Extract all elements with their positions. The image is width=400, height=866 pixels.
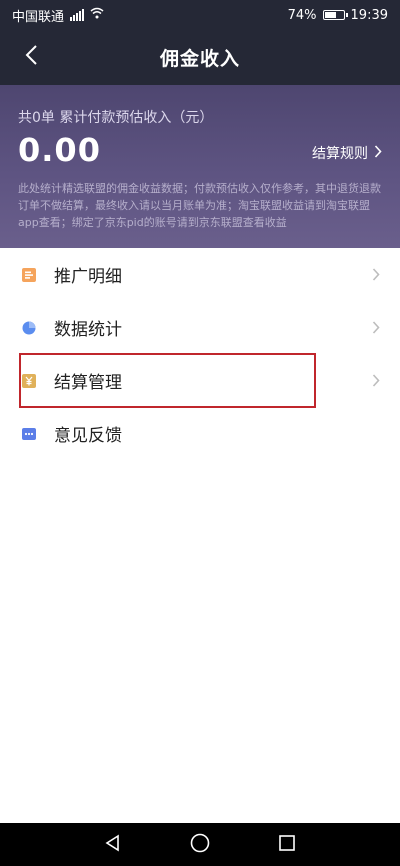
page-title: 佣金收入 (159, 48, 240, 70)
chevron-right-icon (370, 373, 382, 389)
clock: 19:39 (350, 7, 388, 23)
menu-item-label: 数据统计 (54, 320, 122, 340)
feedback-icon (22, 427, 36, 441)
menu-item-data-statistics[interactable]: 数据统计 (0, 301, 400, 354)
menu-item-label: 推广明细 (54, 267, 122, 287)
status-bar: 中国联通 74% 19:39 (0, 0, 400, 30)
income-summary: 共0单 累计付款预估收入（元） 0.00 结算规则 此处统计精选联盟的佣金收益数… (0, 85, 400, 248)
order-count-label: 共0单 累计付款预估收入（元） (18, 110, 214, 126)
settlement-rules-link[interactable]: 结算规则 (312, 143, 382, 163)
recents-nav-button[interactable] (274, 832, 300, 858)
back-button[interactable] (20, 44, 42, 70)
system-navigation-bar (0, 823, 400, 866)
signal-icon (70, 9, 85, 21)
menu-item-label: 意见反馈 (54, 426, 122, 446)
circle-home-icon (189, 832, 211, 858)
battery-percent: 74% (287, 7, 317, 23)
income-note: 此处统计精选联盟的佣金收益数据；付款预估收入仅作参考，其中退货退款订单不做结算，… (18, 182, 381, 229)
back-nav-button[interactable] (100, 832, 126, 858)
menu-item-feedback[interactable]: 意见反馈 (0, 407, 400, 460)
menu-item-promotion-detail[interactable]: 推广明细 (0, 248, 400, 301)
chevron-right-icon (370, 267, 382, 283)
chevron-left-icon (24, 44, 38, 70)
navigation-bar: 佣金收入 (0, 30, 400, 85)
carrier-name: 中国联通 (12, 9, 65, 25)
wifi-icon (90, 7, 104, 23)
square-recents-icon (278, 834, 296, 856)
pie-chart-icon (22, 321, 36, 335)
triangle-back-icon (103, 833, 123, 857)
chevron-right-icon (374, 144, 382, 162)
chevron-right-icon (370, 320, 382, 336)
highlight-box (19, 353, 316, 408)
settlement-rules-label: 结算规则 (312, 146, 368, 162)
promotion-detail-icon (22, 267, 36, 282)
home-nav-button[interactable] (187, 832, 213, 858)
battery-icon (322, 10, 348, 20)
